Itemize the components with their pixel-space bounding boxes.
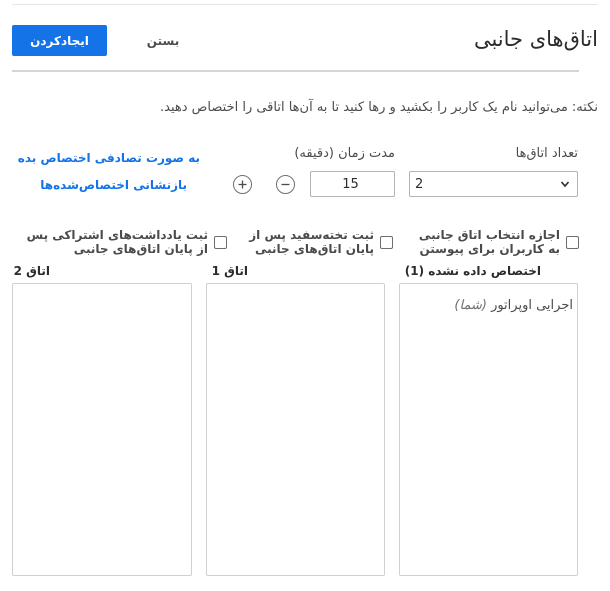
reset-assignments-link[interactable]: بازنشانی اختصاص‌شده‌ها [40, 178, 187, 192]
rooms-count-select[interactable]: 2 [409, 171, 578, 197]
random-assign-link[interactable]: به صورت تصادفی اختصاص بده [18, 151, 200, 165]
participant-name: اجرایی اوپراتور [491, 298, 573, 313]
top-divider [12, 4, 598, 5]
capture-whiteboard-checkbox[interactable] [380, 236, 393, 249]
duration-input[interactable] [310, 171, 395, 197]
allow-choose-room-label: اجازه انتخاب اتاق جانبی به کاربران برای … [418, 228, 560, 256]
room-2-list[interactable] [12, 283, 192, 576]
capture-shared-notes-label: ثبت یادداشت‌های اشتراکی پس از پایان اتاق… [26, 228, 208, 256]
room-1-column-title: اتاق 1 [211, 264, 248, 278]
room-2-column-title: اتاق 2 [13, 264, 50, 278]
capture-whiteboard-label: ثبت تخته‌سفید پس از پایان اتاق‌های جانبی [249, 228, 374, 256]
drag-drop-note: نکته: می‌توانید نام یک کاربر را بکشید و … [160, 100, 598, 115]
allow-choose-room-checkbox[interactable] [566, 236, 579, 249]
capture-shared-notes-checkbox[interactable] [214, 236, 227, 249]
header-divider [12, 70, 579, 72]
room-1-list[interactable] [206, 283, 385, 576]
create-button[interactable]: ایجادکردن [12, 25, 107, 56]
unassigned-column-title: اختصاص داده نشده (1) [404, 264, 541, 278]
participant-item[interactable]: اجرایی اوپراتور (شما) [454, 298, 573, 313]
minus-circle-icon [281, 183, 290, 186]
unassigned-list[interactable]: اجرایی اوپراتور (شما) [399, 283, 578, 576]
capture-whiteboard-option: ثبت تخته‌سفید پس از پایان اتاق‌های جانبی [217, 228, 393, 256]
allow-choose-room-option: اجازه انتخاب اتاق جانبی به کاربران برای … [403, 228, 579, 256]
capture-shared-notes-option: ثبت یادداشت‌های اشتراکی پس از پایان اتاق… [23, 228, 227, 256]
duration-decrement-button[interactable] [276, 175, 295, 194]
rooms-count-value: 2 [415, 176, 424, 192]
participant-you-tag: (شما) [454, 298, 487, 313]
duration-label: مدت زمان (دقیقه) [294, 146, 395, 161]
chevron-down-icon [560, 181, 570, 188]
plus-circle-icon [238, 180, 247, 189]
rooms-count-label: تعداد اتاق‌ها [515, 146, 578, 161]
close-button[interactable]: بستن [138, 25, 188, 56]
duration-increment-button[interactable] [233, 175, 252, 194]
page-title: اتاق‌های جانبی [473, 27, 598, 51]
